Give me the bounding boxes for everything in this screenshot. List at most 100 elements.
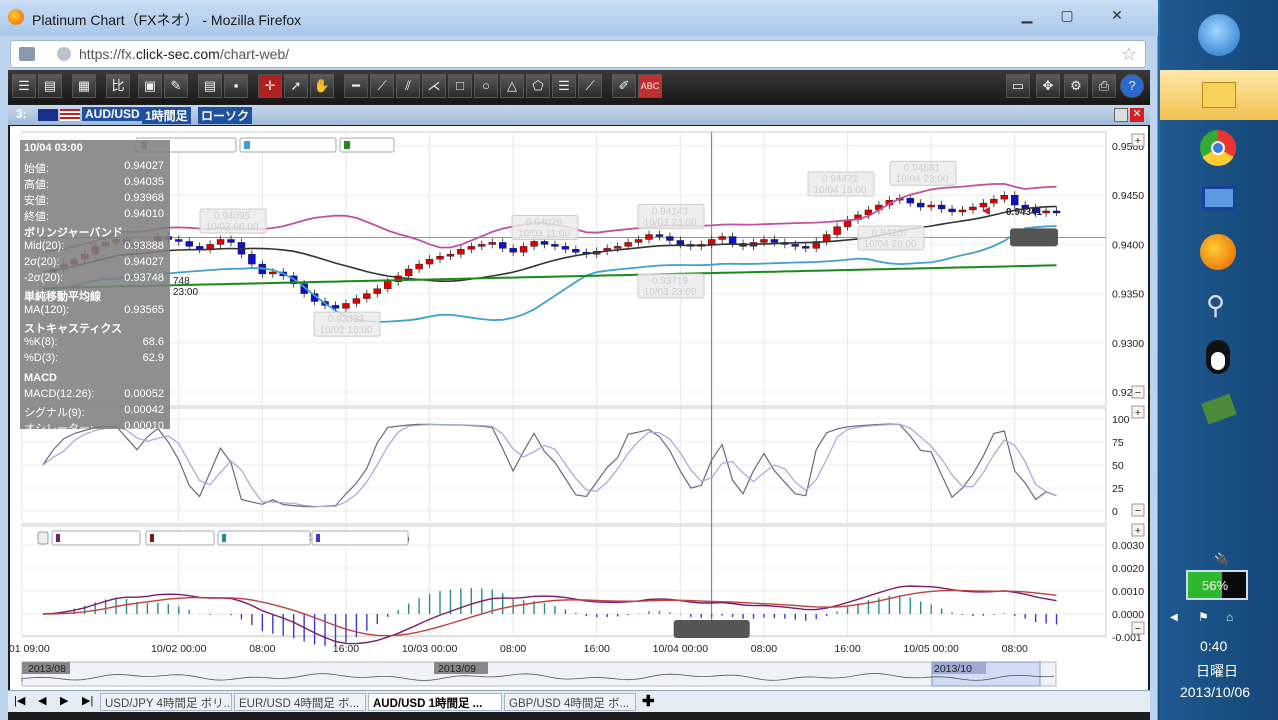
info-row: MACD(12.26): 0.00052 xyxy=(24,388,164,400)
tab-gbpusd[interactable]: GBP/USD 4時間足 ボ... xyxy=(504,693,636,711)
chart-symbol[interactable]: AUD/USD xyxy=(82,107,143,121)
bookmark-star-icon[interactable]: ☆ xyxy=(1121,44,1137,65)
tray-arrow-icon[interactable]: ◀ xyxy=(1170,612,1178,623)
info-macd-title: MACD xyxy=(24,372,57,384)
legend-swatch xyxy=(344,141,350,149)
remote-desktop-taskbar-icon[interactable] xyxy=(1160,176,1278,226)
close-chart-button[interactable]: ✕ xyxy=(1130,108,1144,122)
fullscreen-icon[interactable]: ✥ xyxy=(1036,74,1060,98)
settings-gear-icon[interactable]: ⚙ xyxy=(1064,74,1088,98)
app-taskbar-icon[interactable]: ⚲ xyxy=(1160,282,1278,332)
candle-body xyxy=(979,202,988,208)
prev-tab-button[interactable]: ◀ xyxy=(38,694,46,707)
tab-eurusd[interactable]: EUR/USD 4時間足 ボ... xyxy=(234,693,366,711)
pointer-icon[interactable]: ➚ xyxy=(284,74,308,98)
candle-body xyxy=(645,234,653,240)
candle-body xyxy=(373,288,381,294)
penguin-taskbar-icon[interactable] xyxy=(1160,334,1278,384)
nav-label: 2013/08 xyxy=(28,663,66,675)
macd-legend-item xyxy=(145,530,215,546)
hand-icon[interactable]: ✋ xyxy=(310,74,334,98)
chrome-taskbar-icon[interactable] xyxy=(1160,124,1278,174)
candle-body xyxy=(175,239,183,242)
candle-body xyxy=(937,204,946,210)
flag-tray-icon[interactable]: ⚑ xyxy=(1198,610,1209,624)
candle-body xyxy=(1000,194,1008,200)
time-tick-label: 08:00 xyxy=(500,643,526,655)
firefox-taskbar-icon[interactable] xyxy=(1160,228,1278,278)
print-icon[interactable]: ⎙ xyxy=(1092,74,1116,98)
last-tab-button[interactable]: ▶| xyxy=(82,694,93,707)
nav-label: 2013/09 xyxy=(438,663,476,675)
info-row: 終値: 0.94010 xyxy=(24,208,164,223)
candle-body xyxy=(634,239,643,243)
fibonacci-icon[interactable]: ☰ xyxy=(552,74,576,98)
candle-body xyxy=(1011,194,1019,206)
pentagon-icon[interactable]: ⬠ xyxy=(526,74,550,98)
compare-icon[interactable]: 比 xyxy=(106,74,130,98)
print-preview-icon[interactable]: ▤ xyxy=(198,74,222,98)
chart-type[interactable]: ローソク xyxy=(198,107,253,124)
candle-body xyxy=(363,293,371,299)
timeline-navigator xyxy=(21,661,1057,687)
text-line-icon[interactable]: ⟋ xyxy=(578,74,602,98)
money-taskbar-icon[interactable] xyxy=(1160,388,1278,438)
candle-body xyxy=(624,242,632,247)
info-st-title: ストキャスティクス xyxy=(24,323,123,335)
price-annotation xyxy=(313,311,381,337)
abc-label-icon[interactable]: ABC xyxy=(638,74,662,98)
channel-icon[interactable]: ⫽ xyxy=(396,74,420,98)
crosshair-icon[interactable]: ✛ xyxy=(258,74,282,98)
maximize-button[interactable]: ▢ xyxy=(1052,6,1082,26)
triangle-icon[interactable]: △ xyxy=(500,74,524,98)
first-tab-button[interactable]: |◀ xyxy=(14,694,25,707)
window-icon[interactable]: ▭ xyxy=(1006,74,1030,98)
candle-body xyxy=(519,246,528,253)
candle-body xyxy=(666,236,674,241)
close-button[interactable]: ✕ xyxy=(1100,6,1134,26)
add-chart-icon[interactable]: ▤ xyxy=(38,74,62,98)
help-icon[interactable]: ? xyxy=(1120,74,1144,98)
candle-body xyxy=(655,234,664,237)
candle-body xyxy=(342,303,350,309)
explorer-taskbar-icon[interactable] xyxy=(1160,70,1278,120)
page-icon xyxy=(19,47,35,61)
fan-icon[interactable]: ⋌ xyxy=(422,74,446,98)
chart-area[interactable]: 0.95000.94500.94000.93500.93000.92501007… xyxy=(10,126,1148,692)
crosshair-time-box xyxy=(673,620,750,638)
stoch-tick-label: 50 xyxy=(1112,460,1124,472)
minimize-button[interactable]: ▁ xyxy=(1012,6,1042,26)
pane-zoom-glyph: + xyxy=(1135,135,1141,147)
clock-date: 2013/10/06 xyxy=(1180,684,1251,700)
info-row: 2σ(20): 0.94027 xyxy=(24,256,164,268)
trendline-icon[interactable]: ⟋ xyxy=(370,74,394,98)
rectangle-icon[interactable]: □ xyxy=(448,74,472,98)
circle-icon[interactable]: ○ xyxy=(474,74,498,98)
address-bar[interactable]: https://fx.click-sec.com/chart-web/ ☆ xyxy=(10,40,1146,68)
candle-body xyxy=(613,246,622,249)
stoch-tick-label: 0 xyxy=(1112,506,1118,518)
save-icon[interactable]: ▪ xyxy=(224,74,248,98)
image-icon[interactable]: ▣ xyxy=(138,74,162,98)
restore-chart-button[interactable] xyxy=(1114,108,1128,122)
legend-swatch xyxy=(222,534,226,542)
chart-tabs: |◀ ◀ ▶ ▶| USD/JPY 4時間足 ボリ... EUR/USD 4時間… xyxy=(8,690,1150,712)
next-tab-button[interactable]: ▶ xyxy=(60,694,68,707)
chart-timeframe[interactable]: 1時間足 xyxy=(142,107,191,124)
url-text[interactable]: https://fx.click-sec.com/chart-web/ xyxy=(79,46,289,62)
calendar-icon[interactable]: ▦ xyxy=(72,74,96,98)
pen-icon[interactable]: ✎ xyxy=(164,74,188,98)
info-ma-title: 単純移動平均線 xyxy=(24,291,101,303)
list-icon[interactable]: ☰ xyxy=(12,74,36,98)
hline-icon[interactable]: ━ xyxy=(344,74,368,98)
start-button[interactable] xyxy=(1198,14,1240,56)
legend-swatch xyxy=(244,141,250,149)
candle-body xyxy=(760,239,768,243)
brush-icon[interactable]: ✐ xyxy=(612,74,636,98)
add-tab-button[interactable]: ✚ xyxy=(642,692,655,710)
clock-time[interactable]: 0:40 xyxy=(1200,638,1227,654)
tab-usdjpy[interactable]: USD/JPY 4時間足 ボリ... xyxy=(100,693,232,711)
network-tray-icon[interactable]: ⌂ xyxy=(1226,610,1233,624)
macd-legend-item xyxy=(217,530,311,546)
tab-audusd[interactable]: AUD/USD 1時間足 ... xyxy=(368,693,502,711)
